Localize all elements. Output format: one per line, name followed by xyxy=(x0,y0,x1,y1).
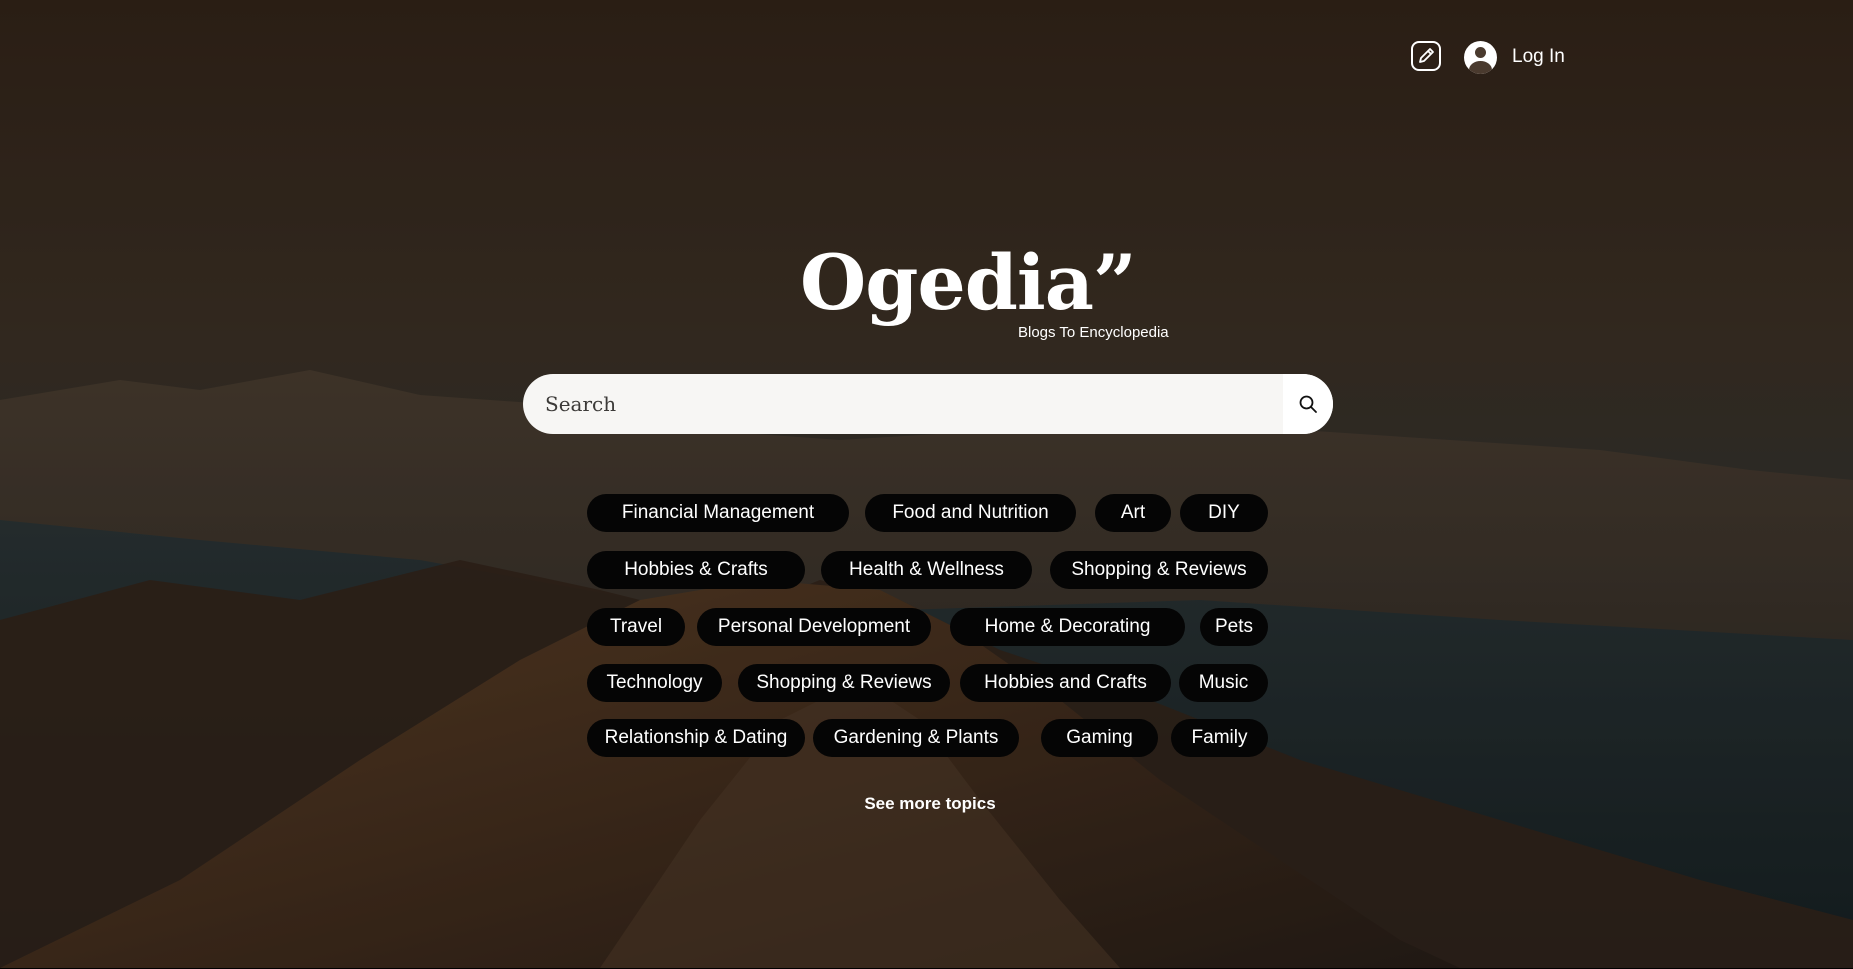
login-button[interactable]: Log In xyxy=(1464,40,1565,74)
topic-chip[interactable]: Relationship & Dating xyxy=(587,719,805,757)
topic-chip[interactable]: Health & Wellness xyxy=(821,551,1032,589)
hero-section: Log In Ogedia” Blogs To Encyclopedia Fin… xyxy=(0,0,1853,968)
topic-chip[interactable]: Food and Nutrition xyxy=(865,494,1076,532)
topic-chip[interactable]: Hobbies and Crafts xyxy=(960,664,1171,702)
topic-chip[interactable]: Shopping & Reviews xyxy=(1050,551,1268,589)
topic-chip[interactable]: Financial Management xyxy=(587,494,849,532)
edit-post-button[interactable] xyxy=(1410,40,1442,72)
topic-row: Travel Personal Development Home & Decor… xyxy=(587,608,1268,646)
topic-chip[interactable]: Technology xyxy=(587,664,722,702)
topic-chip[interactable]: Pets xyxy=(1200,608,1268,646)
topic-chip[interactable]: Gaming xyxy=(1041,719,1158,757)
topic-chip[interactable]: Music xyxy=(1179,664,1268,702)
search-bar xyxy=(523,374,1333,434)
mountain-background-image xyxy=(0,0,1853,968)
topic-chip[interactable]: Travel xyxy=(587,608,685,646)
brand-tagline: Blogs To Encyclopedia xyxy=(1018,324,1169,341)
topic-row: Financial Management Food and Nutrition … xyxy=(587,494,1268,532)
brand-name: Ogedia” xyxy=(800,238,1137,327)
user-avatar-icon xyxy=(1464,40,1497,74)
topic-chip[interactable]: Shopping & Reviews xyxy=(738,664,950,702)
topic-row: Hobbies & Crafts Health & Wellness Shopp… xyxy=(587,551,1268,589)
search-input[interactable] xyxy=(523,374,1283,434)
login-label: Log In xyxy=(1512,46,1565,67)
topic-chip[interactable]: Personal Development xyxy=(697,608,931,646)
site-logo[interactable]: Ogedia” Blogs To Encyclopedia xyxy=(800,245,1180,345)
topic-row: Relationship & Dating Gardening & Plants… xyxy=(587,719,1268,757)
topic-chip[interactable]: DIY xyxy=(1180,494,1268,532)
edit-pencil-icon xyxy=(1411,41,1441,71)
topic-chip[interactable]: Art xyxy=(1095,494,1171,532)
search-icon xyxy=(1299,395,1317,413)
topic-chip[interactable]: Gardening & Plants xyxy=(813,719,1019,757)
topic-chip[interactable]: Hobbies & Crafts xyxy=(587,551,805,589)
topic-row: Technology Shopping & Reviews Hobbies an… xyxy=(587,664,1268,702)
topic-chip[interactable]: Family xyxy=(1171,719,1268,757)
see-more-topics-link[interactable]: See more topics xyxy=(830,794,1030,814)
topic-chip[interactable]: Home & Decorating xyxy=(950,608,1185,646)
